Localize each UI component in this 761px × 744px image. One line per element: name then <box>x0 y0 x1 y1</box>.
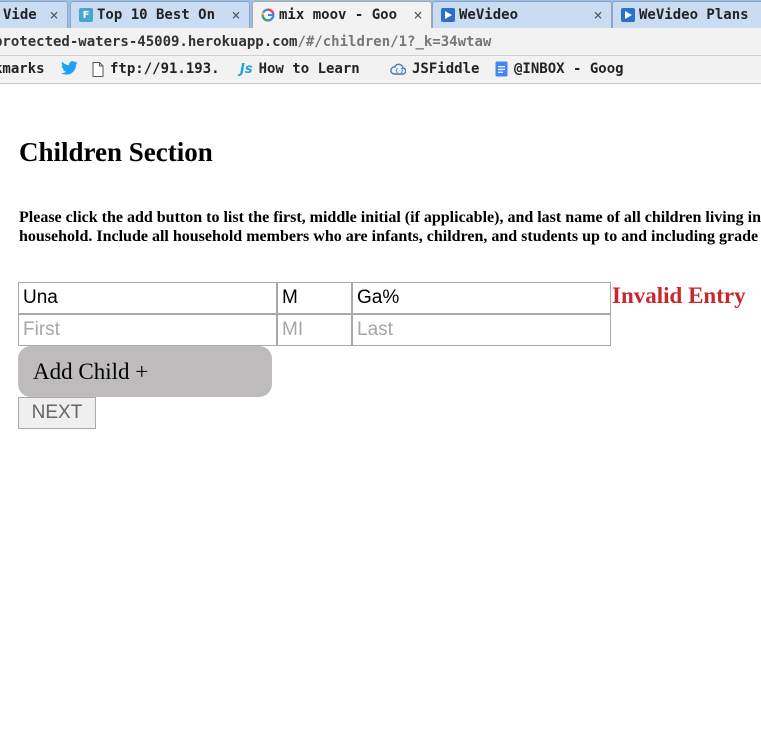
invalid-entry-error: Invalid Entry <box>612 283 746 308</box>
child-middle-initial-input[interactable] <box>277 282 352 314</box>
bookmark-label: ftp://91.193. <box>110 61 220 77</box>
file-icon <box>92 61 104 77</box>
bookmark-how-to-learn[interactable]: Js How to Learn <box>240 61 360 77</box>
bookmark-label: kmarks <box>0 61 45 77</box>
new-child-middle-initial-input[interactable] <box>277 314 352 346</box>
bookmark-label: How to Learn <box>258 61 360 77</box>
tab-title: mix moov - Goo <box>279 7 398 23</box>
child-last-name-input[interactable] <box>352 282 611 314</box>
tab-top10[interactable]: F Top 10 Best On × <box>70 1 250 28</box>
close-icon[interactable]: × <box>591 6 605 24</box>
page-content: Children Section Please click the add bu… <box>0 84 761 744</box>
svg-text:{ }: { } <box>395 68 404 74</box>
url-text[interactable]: protected-waters-45009.herokuapp.com/#/c… <box>0 34 491 50</box>
wevideo-icon <box>621 8 635 22</box>
address-bar[interactable]: protected-waters-45009.herokuapp.com/#/c… <box>0 28 761 56</box>
tab-title: WeVideo <box>459 7 519 23</box>
doc-icon <box>495 61 508 77</box>
new-child-first-name-input[interactable] <box>18 314 277 346</box>
url-host: protected-waters-45009.herokuapp.com <box>0 34 298 50</box>
tab-title: WeVideo Plans <box>639 7 749 23</box>
tab-title: Vide <box>3 7 37 23</box>
wevideo-icon <box>441 8 455 22</box>
bookmark-label: JSFiddle <box>412 61 480 77</box>
f-favicon-icon: F <box>79 8 93 22</box>
page-title: Children Section <box>19 137 213 167</box>
google-icon <box>261 8 275 22</box>
bookmark-jsfiddle[interactable]: { } JSFiddle <box>390 61 479 77</box>
bookmarks-bar: kmarks ftp://91.193. Js How to Learn { }… <box>0 56 761 84</box>
bookmark-label: @INBOX - Goog <box>514 61 624 77</box>
tab-vide[interactable]: Vide × <box>0 1 68 28</box>
js-icon: Js <box>240 61 253 77</box>
instructions-text: Please click the add button to list the … <box>19 209 761 245</box>
next-button[interactable]: NEXT <box>18 397 96 429</box>
close-icon[interactable]: × <box>47 6 61 24</box>
new-child-last-name-input[interactable] <box>352 314 611 346</box>
tab-wevideo-plans[interactable]: WeVideo Plans <box>612 1 761 28</box>
bookmark-ftp[interactable]: ftp://91.193. <box>92 61 220 77</box>
add-child-button[interactable]: Add Child + <box>18 346 272 397</box>
child-first-name-input[interactable] <box>18 282 277 314</box>
tab-strip: Vide × F Top 10 Best On × mix moov - Goo… <box>0 0 761 28</box>
tab-mix-moov[interactable]: mix moov - Goo × <box>252 1 432 28</box>
tab-title: Top 10 Best On <box>97 7 216 23</box>
tab-wevideo[interactable]: WeVideo × <box>432 1 612 28</box>
close-icon[interactable]: × <box>229 6 243 24</box>
close-icon[interactable]: × <box>411 6 425 24</box>
bookmark-twitter[interactable] <box>61 61 84 75</box>
bookmark-inbox[interactable]: @INBOX - Goog <box>495 61 624 77</box>
twitter-icon <box>61 61 78 75</box>
bookmark-other[interactable]: kmarks <box>0 61 45 77</box>
url-path: /#/children/1?_k=34wtaw <box>297 34 492 50</box>
cloud-icon: { } <box>390 63 406 75</box>
